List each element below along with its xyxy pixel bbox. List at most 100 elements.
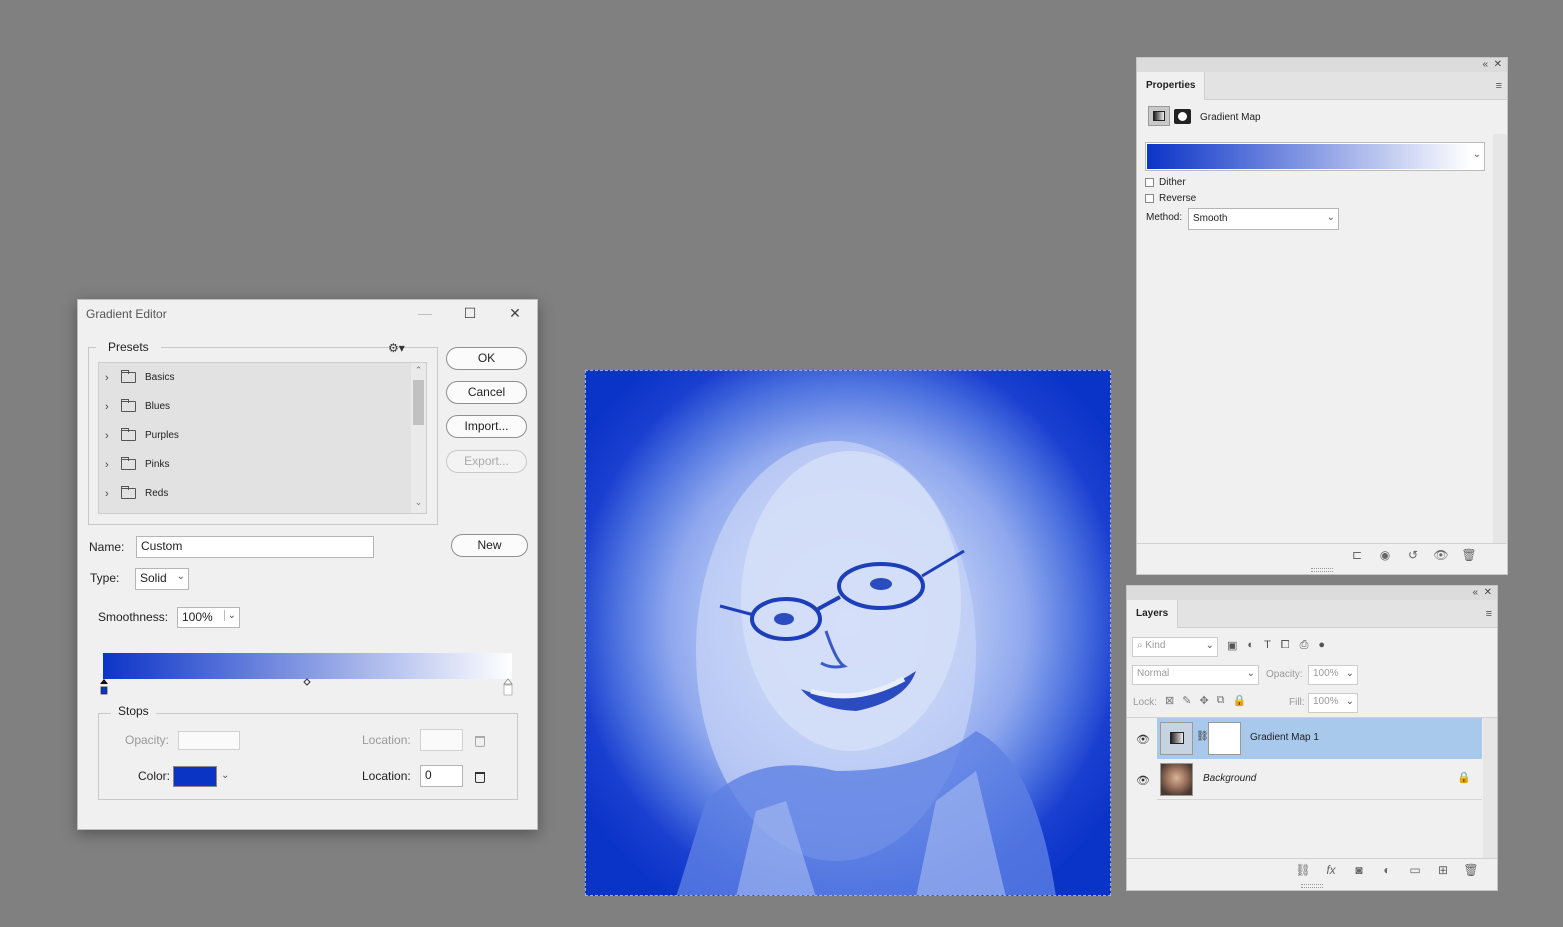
layers-scrollbar[interactable] (1483, 718, 1497, 858)
lock-all-icon[interactable]: 🔒 (1233, 694, 1247, 707)
color-swatch[interactable] (173, 766, 217, 787)
layer-row-gradient-map[interactable]: ⛓ Gradient Map 1 (1157, 718, 1482, 759)
import-button[interactable]: Import... (446, 415, 527, 438)
chevron-down-icon[interactable]: ⌄ (1473, 149, 1481, 160)
layer-row-background[interactable]: Background 🔒 (1157, 759, 1482, 800)
layer-opacity-field[interactable]: 100% ⌄ (1308, 665, 1358, 685)
kind-filter-select[interactable]: ⌕ Kind ⌄ (1132, 637, 1218, 657)
dither-checkbox[interactable] (1145, 178, 1154, 187)
reverse-checkbox[interactable] (1145, 194, 1154, 203)
scroll-down-icon[interactable]: ⌄ (411, 497, 426, 508)
gradient-map-adjustment-icon[interactable] (1148, 106, 1170, 126)
preset-folder-blues[interactable]: › Blues (99, 392, 411, 421)
visibility-eye-icon[interactable]: 👁 (1136, 774, 1150, 787)
new-button[interactable]: New (451, 534, 528, 557)
color-location-input[interactable]: 0 (420, 765, 463, 787)
preset-folder-pinks[interactable]: › Pinks (99, 450, 411, 479)
preset-folder-basics[interactable]: › Basics (99, 363, 411, 392)
type-select[interactable]: Solid ⌄ (135, 568, 189, 590)
filter-toggle-icon[interactable]: ● (1318, 639, 1325, 652)
close-icon[interactable]: ✕ (504, 304, 526, 322)
layer-name[interactable]: Background (1203, 773, 1256, 784)
link-layers-icon[interactable]: ⛓ (1289, 863, 1317, 877)
layer-name[interactable]: Gradient Map 1 (1250, 732, 1319, 743)
new-group-icon[interactable]: ▭ (1401, 863, 1429, 877)
chevron-right-icon[interactable]: › (105, 488, 117, 500)
tab-properties[interactable]: Properties (1137, 72, 1206, 100)
folder-icon (121, 399, 136, 412)
name-input[interactable]: Custom (136, 536, 374, 558)
collapse-close-icons[interactable]: « ✕ (1483, 59, 1503, 70)
background-thumbnail[interactable] (1160, 763, 1193, 796)
scroll-thumb[interactable] (413, 380, 424, 425)
color-stop-right[interactable] (503, 684, 513, 696)
new-layer-icon[interactable]: ⊞ (1429, 863, 1457, 877)
trash-icon[interactable] (475, 736, 485, 747)
preset-label: Basics (145, 372, 175, 383)
gear-icon[interactable]: ⚙▾ (388, 341, 405, 355)
resize-grip[interactable] (1311, 568, 1333, 572)
blend-mode-select[interactable]: Normal ⌄ (1132, 665, 1259, 685)
fill-field[interactable]: 100% ⌄ (1308, 693, 1358, 713)
tab-layers[interactable]: Layers (1127, 600, 1179, 628)
minimize-icon[interactable]: — (414, 304, 436, 322)
export-button[interactable]: Export... (446, 450, 527, 473)
cancel-button[interactable]: Cancel (446, 381, 527, 404)
properties-scrollbar[interactable] (1493, 134, 1507, 544)
kind-placeholder: Kind (1145, 640, 1166, 651)
clip-to-layer-icon[interactable]: ⊏ (1343, 548, 1371, 562)
panel-menu-icon[interactable]: ≡ (1486, 608, 1492, 620)
smart-object-filter-icon[interactable]: ⎙ (1300, 639, 1309, 652)
chevron-right-icon[interactable]: › (105, 372, 117, 384)
opacity-input[interactable] (178, 731, 240, 750)
opacity-stop-right[interactable] (503, 678, 513, 685)
visibility-eye-icon[interactable]: 👁 (1136, 733, 1150, 746)
adjustment-filter-icon[interactable]: ◐ (1247, 639, 1254, 652)
ok-button[interactable]: OK (446, 347, 527, 370)
presets-scrollbar[interactable]: ⌃ ⌄ (411, 363, 426, 513)
presets-list[interactable]: › Basics › Blues › Purples › Pinks › Red… (98, 362, 427, 514)
scroll-up-icon[interactable]: ⌃ (411, 365, 426, 376)
mask-icon[interactable] (1174, 109, 1191, 124)
type-filter-icon[interactable]: T (1264, 639, 1271, 652)
panel-menu-icon[interactable]: ≡ (1496, 80, 1502, 92)
resize-grip[interactable] (1301, 884, 1323, 888)
fx-icon[interactable]: fx (1317, 863, 1345, 877)
chevron-right-icon[interactable]: › (105, 459, 117, 471)
shape-filter-icon[interactable]: ⧠ (1281, 639, 1290, 652)
trash-icon[interactable]: 🗑 (1455, 548, 1483, 562)
link-icon[interactable]: ⛓ (1196, 731, 1209, 742)
maximize-icon[interactable]: ☐ (459, 304, 481, 322)
trash-icon[interactable] (475, 772, 485, 783)
chevron-right-icon[interactable]: › (105, 430, 117, 442)
gradient-preview-bar[interactable] (103, 653, 512, 679)
lock-transparent-icon[interactable]: ⊠ (1165, 694, 1174, 707)
lock-position-icon[interactable]: ✥ (1199, 694, 1208, 707)
visibility-icon[interactable]: 👁 (1427, 548, 1455, 562)
pixel-filter-icon[interactable]: ▣ (1227, 639, 1237, 652)
new-adjustment-icon[interactable]: ◐ (1373, 863, 1401, 877)
gradient-picker[interactable]: ⌄ (1145, 142, 1485, 171)
opacity-location-input[interactable] (420, 729, 463, 751)
layer-mask-thumbnail[interactable] (1208, 722, 1241, 755)
preset-folder-reds[interactable]: › Reds (99, 479, 411, 508)
opacity-stop-left[interactable] (100, 679, 108, 684)
smoothness-select[interactable]: 100% ⌄ (177, 607, 240, 628)
gradient-preview[interactable] (1147, 144, 1470, 169)
lock-artboard-icon[interactable]: ⧉ (1217, 694, 1225, 707)
chevron-down-icon[interactable]: ⌄ (221, 770, 229, 781)
chevron-right-icon[interactable]: › (105, 401, 117, 413)
gradient-map-thumbnail[interactable] (1160, 722, 1193, 755)
method-select[interactable]: Smooth ⌄ (1188, 208, 1339, 230)
midpoint-diamond[interactable] (303, 678, 311, 686)
trash-icon[interactable]: 🗑 (1457, 863, 1485, 877)
reset-icon[interactable]: ↺ (1399, 548, 1427, 562)
add-mask-icon[interactable]: ◙ (1345, 863, 1373, 877)
lock-icon[interactable]: 🔒 (1457, 771, 1471, 784)
view-previous-icon[interactable]: ◉ (1371, 548, 1399, 562)
collapse-close-icons[interactable]: « ✕ (1473, 587, 1493, 598)
lock-image-icon[interactable]: ✎ (1182, 694, 1191, 707)
preset-folder-purples[interactable]: › Purples (99, 421, 411, 450)
color-stop-left[interactable] (100, 686, 108, 695)
document-canvas[interactable] (585, 370, 1111, 896)
